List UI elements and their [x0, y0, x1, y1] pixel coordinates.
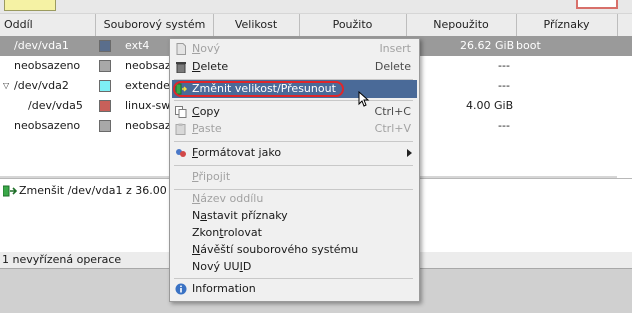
column-flags[interactable]: Příznaky	[516, 14, 618, 36]
fs-color-swatch	[99, 60, 111, 72]
fs-name: ext4	[125, 39, 150, 52]
unused-value: ---	[498, 119, 510, 132]
flags-value: boot	[516, 39, 541, 52]
menu-item-partition-name[interactable]: Název oddílu	[172, 190, 417, 208]
submenu-arrow-icon	[407, 149, 412, 157]
context-menu: Nový Insert Delete Delete Změnit velikos…	[169, 38, 420, 302]
paste-icon	[175, 123, 187, 135]
column-filesystem[interactable]: Souborový systém	[96, 14, 214, 36]
partition-name: neobsazeno	[14, 59, 81, 72]
table-header: Oddíl Souborový systém Velikost Použito …	[0, 14, 632, 37]
partition-graphic-strip	[0, 0, 632, 13]
status-text: 1 nevyřízená operace	[2, 253, 122, 266]
column-used[interactable]: Použito	[299, 14, 407, 36]
pending-resize-icon	[2, 185, 18, 197]
menu-separator	[174, 141, 413, 142]
menu-item-new-uuid[interactable]: Nový UUID	[172, 258, 417, 276]
menu-separator	[174, 100, 413, 101]
partition-name: /dev/vda5	[28, 99, 83, 112]
menu-item-format-as[interactable]: Formátovat jako	[172, 144, 417, 162]
mouse-cursor-icon	[358, 90, 370, 107]
menu-separator	[174, 278, 413, 279]
menu-item-resize-move[interactable]: Změnit velikost/Přesunout	[172, 80, 417, 98]
trash-icon	[175, 61, 187, 74]
menu-item-fs-label[interactable]: Návěští souborového systému	[172, 241, 417, 259]
fs-color-swatch	[99, 100, 111, 112]
column-size[interactable]: Velikost	[213, 14, 300, 36]
unused-value: 26.62 GiB	[460, 39, 515, 52]
fs-color-swatch	[99, 40, 111, 52]
unused-value: ---	[498, 79, 510, 92]
partition-name: /dev/vda1	[14, 39, 69, 52]
menu-item-copy[interactable]: Copy Ctrl+C	[172, 103, 417, 121]
fs-color-swatch	[99, 80, 111, 92]
info-icon	[175, 283, 187, 295]
column-unused[interactable]: Nepoužito	[406, 14, 517, 36]
format-icon	[175, 147, 187, 159]
menu-item-mount[interactable]: Připojit	[172, 168, 417, 186]
partition-block-unallocated[interactable]	[4, 0, 56, 11]
expand-toggle-icon[interactable]: ▽	[3, 76, 9, 96]
copy-icon	[175, 106, 187, 118]
unused-value: ---	[498, 59, 510, 72]
highlight-annotation	[173, 81, 344, 97]
partition-block-swap[interactable]	[576, 0, 618, 9]
column-partition[interactable]: Oddíl	[0, 14, 96, 36]
partition-name: neobsazeno	[14, 119, 81, 132]
fs-color-swatch	[99, 120, 111, 132]
partition-name: /dev/vda2	[14, 79, 69, 92]
menu-item-delete[interactable]: Delete Delete	[172, 58, 417, 76]
menu-separator	[174, 165, 413, 166]
menu-item-information[interactable]: Information	[172, 280, 417, 298]
menu-item-set-flags[interactable]: Nastavit příznaky	[172, 207, 417, 225]
pending-operation-text[interactable]: Zmenšit /dev/vda1 z 36.00 GiB	[19, 184, 189, 197]
menu-item-paste[interactable]: Paste Ctrl+V	[172, 120, 417, 138]
menu-item-new[interactable]: Nový Insert	[172, 40, 417, 58]
unused-value: 4.00 GiB	[466, 99, 514, 112]
menu-item-check[interactable]: Zkontrolovat	[172, 224, 417, 242]
new-document-icon	[175, 43, 187, 55]
